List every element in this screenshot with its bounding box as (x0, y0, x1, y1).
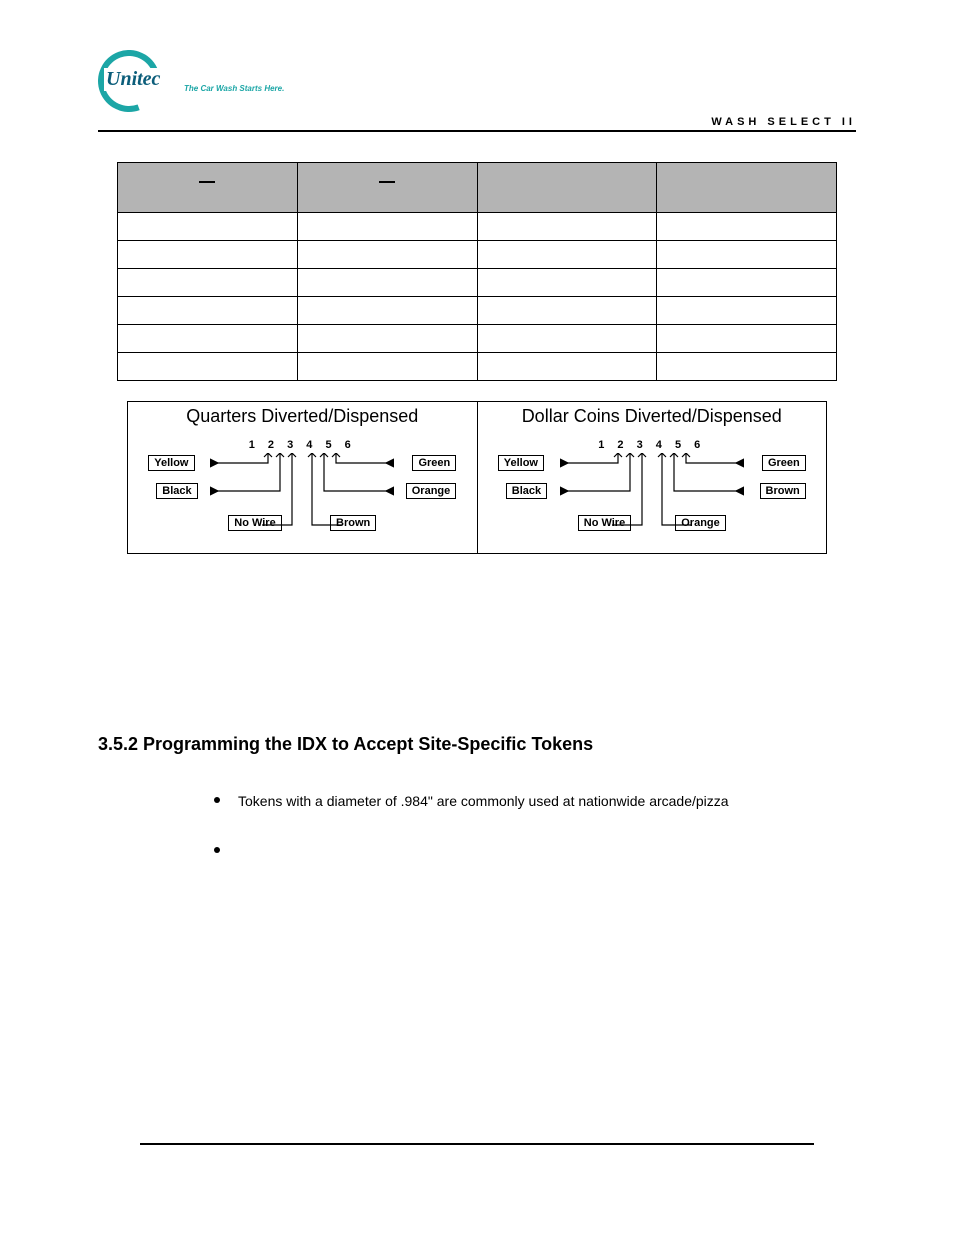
table-row (118, 213, 837, 241)
label-pin1: Yellow (148, 455, 194, 471)
figure-quarters: Quarters Diverted/Dispensed 1 2 3 4 5 6 … (128, 402, 478, 553)
pin-table (117, 162, 837, 381)
table-row (118, 269, 837, 297)
section-heading: 3.5.2 Programming the IDX to Accept Site… (98, 734, 856, 755)
label-pin1: Yellow (498, 455, 544, 471)
label-pin2: Black (156, 483, 197, 499)
brand-tagline: The Car Wash Starts Here. (184, 84, 284, 93)
label-pin6: Green (412, 455, 456, 471)
wiring-svg (560, 453, 744, 533)
bullet-item: Tokens with a diameter of .984" are comm… (208, 791, 848, 811)
table-row (118, 241, 837, 269)
wiring-svg (210, 453, 394, 533)
table-row (118, 297, 837, 325)
figure-quarters-title: Quarters Diverted/Dispensed (128, 406, 477, 427)
footer-rule (140, 1143, 814, 1145)
page-header-title: WASH SELECT II (98, 116, 856, 132)
logo-text: Unitec (104, 68, 162, 91)
pin-numbers: 1 2 3 4 5 6 (249, 439, 356, 451)
label-pin5: Brown (760, 483, 806, 499)
table-row (118, 325, 837, 353)
table-header-1 (118, 163, 298, 213)
figure-dollar-title: Dollar Coins Diverted/Dispensed (478, 406, 827, 427)
unitec-logo: Unitec (98, 50, 176, 112)
diagram-dollar: 1 2 3 4 5 6 Yellow Black No Wire Orange … (492, 433, 812, 541)
label-pin5: Orange (406, 483, 457, 499)
table-header-4 (657, 163, 837, 213)
label-pin2: Black (506, 483, 547, 499)
table-header-2 (297, 163, 477, 213)
header-logo-row: Unitec The Car Wash Starts Here. (98, 50, 856, 112)
pin-numbers: 1 2 3 4 5 6 (598, 439, 705, 451)
table-header-3 (477, 163, 657, 213)
body-text: Tokens with a diameter of .984" are comm… (208, 791, 848, 811)
wiring-figure: Quarters Diverted/Dispensed 1 2 3 4 5 6 … (127, 401, 827, 554)
table-body (118, 213, 837, 381)
label-pin6: Green (762, 455, 806, 471)
table-row (118, 353, 837, 381)
figure-dollar: Dollar Coins Diverted/Dispensed 1 2 3 4 … (478, 402, 827, 553)
diagram-quarters: 1 2 3 4 5 6 Yellow Black No Wire Brown O… (142, 433, 462, 541)
